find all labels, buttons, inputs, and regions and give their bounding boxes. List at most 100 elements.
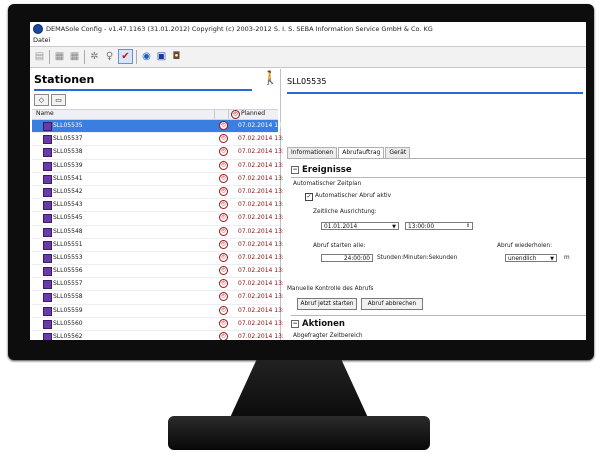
clock-icon: ◴ bbox=[219, 252, 228, 262]
key-icon[interactable]: ♀ bbox=[103, 50, 116, 63]
clock-icon: ◴ bbox=[231, 110, 240, 119]
station-row[interactable]: SLL05556 ◴ 07.02.2014 13:02:52 bbox=[32, 265, 301, 279]
manual-control-group-title: Manuelle Kontrolle des Abrufs bbox=[287, 286, 374, 292]
station-name: SLL05559 bbox=[53, 306, 83, 314]
station-row[interactable]: SLL05539 ◴ 07.02.2014 13:02:36 bbox=[32, 160, 301, 173]
tab-geraet[interactable]: Gerät bbox=[385, 147, 411, 158]
actions-section-header[interactable]: − Aktionen bbox=[291, 319, 345, 331]
settings-icon[interactable]: ▦ bbox=[53, 50, 66, 63]
new-document-icon[interactable]: ▤ bbox=[33, 50, 46, 63]
station-icon bbox=[43, 267, 52, 277]
remove-station-button[interactable]: ▭ bbox=[51, 94, 66, 106]
save-icon[interactable]: ▣ bbox=[155, 50, 168, 63]
station-row[interactable]: SLL05537 ◴ 07.02.2014 13:02:32 bbox=[32, 133, 301, 147]
interval-units-label: Stunden:Minuten:Sekunden bbox=[377, 255, 458, 261]
clock-icon: ◴ bbox=[219, 173, 228, 183]
events-section-header[interactable]: − Ereignisse bbox=[291, 165, 352, 177]
date-value: 01.01.2014 bbox=[324, 224, 358, 230]
station-row[interactable]: SLL05538 ◴ 07.02.2014 13:02:34 bbox=[32, 146, 301, 160]
station-icon bbox=[43, 240, 52, 250]
station-row[interactable]: SLL05535 ◴ 07.02.2014 13:02:30 bbox=[32, 120, 301, 134]
start-now-button[interactable]: Abruf jetzt starten bbox=[297, 298, 357, 310]
cancel-fetch-button[interactable]: Abruf abbrechen bbox=[361, 298, 423, 310]
settings-icon[interactable]: ▦ bbox=[68, 50, 81, 63]
station-name: SLL05556 bbox=[53, 267, 83, 275]
station-icon bbox=[43, 174, 52, 184]
station-row[interactable]: SLL05560 ◴ 07.02.2014 13:02:39 bbox=[32, 318, 301, 331]
station-icon bbox=[43, 293, 52, 303]
station-icon bbox=[43, 187, 52, 197]
monitor-bezel: DEMASole Config - v1.47.1163 (31.01.2012… bbox=[8, 4, 594, 360]
stations-list-header: Name ◴ Planned bbox=[32, 109, 278, 120]
chevron-down-icon[interactable]: ▼ bbox=[390, 224, 398, 230]
toolbar-separator bbox=[84, 50, 85, 64]
menu-bar: Datei bbox=[30, 36, 586, 47]
station-icon bbox=[43, 148, 52, 158]
detail-station-title: SLL05535 bbox=[287, 77, 327, 86]
clock-icon: ◴ bbox=[219, 239, 228, 249]
collapse-icon[interactable]: − bbox=[291, 319, 299, 328]
checkmark-icon[interactable]: ✔ bbox=[118, 49, 133, 64]
clock-icon: ◴ bbox=[219, 121, 228, 130]
toolbar: ▤ ▦ ▦ ✲ ♀ ✔ ◉ ▣ ◘ bbox=[30, 47, 586, 68]
clock-icon: ◴ bbox=[219, 160, 228, 170]
clock-icon: ◴ bbox=[219, 200, 228, 210]
clock-icon: ◴ bbox=[219, 213, 228, 223]
station-row[interactable]: SLL05557 ◴ 07.02.2014 13:02:54 bbox=[32, 278, 301, 292]
time-input[interactable]: 13:00:00 ⇕ bbox=[405, 222, 473, 230]
title-bar: DEMASole Config - v1.47.1163 (31.01.2012… bbox=[30, 22, 586, 36]
queried-time-range-label: Abgefragter Zeitbereich bbox=[293, 333, 363, 339]
station-row[interactable]: SLL05562 ◴ 07.02.2014 13:02:41 bbox=[32, 331, 301, 340]
repeat-suffix: m bbox=[564, 255, 570, 261]
stations-panel: Stationen 🚶 ◇ ▭ Name ◴ Planned SLL05535 ◴… bbox=[30, 69, 301, 340]
start-every-label: Abruf starten alle: bbox=[313, 243, 366, 249]
camera-icon[interactable]: ◘ bbox=[170, 50, 183, 63]
column-planned[interactable]: Planned bbox=[241, 110, 265, 117]
station-row[interactable]: SLL05545 ◴ 07.02.2014 13:02:44 bbox=[32, 212, 301, 226]
auto-schedule-group-title: Automatischer Zeitplan bbox=[293, 181, 362, 187]
app-window: DEMASole Config - v1.47.1163 (31.01.2012… bbox=[30, 22, 586, 340]
chevron-down-icon[interactable]: ▼ bbox=[548, 256, 556, 262]
window-title: DEMASole Config - v1.47.1163 (31.01.2012… bbox=[46, 25, 433, 33]
add-station-button[interactable]: ◇ bbox=[34, 94, 49, 106]
sun-icon[interactable]: ✲ bbox=[88, 50, 101, 63]
spinner-icon[interactable]: ⇕ bbox=[464, 223, 472, 229]
column-divider bbox=[214, 110, 215, 119]
toolbar-separator bbox=[49, 50, 50, 64]
detail-tabs: Informationen Abrufauftrag Gerät bbox=[287, 147, 411, 158]
clock-icon: ◴ bbox=[219, 292, 228, 302]
station-name: SLL05548 bbox=[53, 227, 83, 235]
events-title: Ereignisse bbox=[302, 165, 352, 175]
clock-icon: ◴ bbox=[219, 279, 228, 289]
interval-input[interactable]: 24:00:00 bbox=[321, 254, 373, 262]
station-name: SLL05543 bbox=[53, 201, 83, 209]
app-icon bbox=[33, 24, 43, 34]
station-row[interactable]: SLL05558 ◴ 07.02.2014 13:02:56 bbox=[32, 291, 301, 305]
station-row[interactable]: SLL05559 ◴ 07.02.2014 13:02:58 bbox=[32, 305, 301, 318]
collapse-icon[interactable]: − bbox=[291, 165, 299, 174]
tab-informationen[interactable]: Informationen bbox=[287, 147, 338, 158]
menu-datei[interactable]: Datei bbox=[33, 36, 50, 44]
station-row[interactable]: SLL05543 ◴ 07.02.2014 13:02:42 bbox=[32, 199, 301, 213]
interval-value: 24:00:00 bbox=[343, 256, 370, 262]
station-row[interactable]: SLL05553 ◴ 07.02.2014 13:02:50 bbox=[32, 252, 301, 266]
station-icon bbox=[43, 135, 52, 145]
station-name: SLL05538 bbox=[53, 148, 83, 156]
station-row[interactable]: SLL05541 ◴ 07.02.2014 13:02:38 bbox=[32, 173, 301, 186]
station-row[interactable]: SLL05551 ◴ 07.02.2014 13:02:48 bbox=[32, 239, 301, 252]
repeat-select[interactable]: unendlich ▼ bbox=[505, 254, 557, 262]
walking-person-icon[interactable]: 🚶 bbox=[262, 71, 278, 86]
date-input[interactable]: 01.01.2014 ▼ bbox=[321, 222, 399, 230]
stations-title: Stationen bbox=[34, 73, 95, 86]
station-icon bbox=[43, 306, 52, 316]
globe-icon[interactable]: ◉ bbox=[140, 50, 153, 63]
station-name: SLL05557 bbox=[53, 280, 83, 288]
column-name[interactable]: Name bbox=[36, 110, 54, 117]
station-icon bbox=[43, 280, 52, 290]
station-row[interactable]: SLL05548 ◴ 07.02.2014 13:02:46 bbox=[32, 226, 301, 239]
tab-abrufauftrag[interactable]: Abrufauftrag bbox=[338, 147, 385, 158]
station-row[interactable]: SLL05542 ◴ 07.02.2014 13:02:40 bbox=[32, 186, 301, 200]
monitor-stand bbox=[228, 360, 370, 422]
auto-fetch-checkbox[interactable]: ✓ bbox=[305, 193, 313, 201]
station-icon bbox=[43, 253, 52, 263]
